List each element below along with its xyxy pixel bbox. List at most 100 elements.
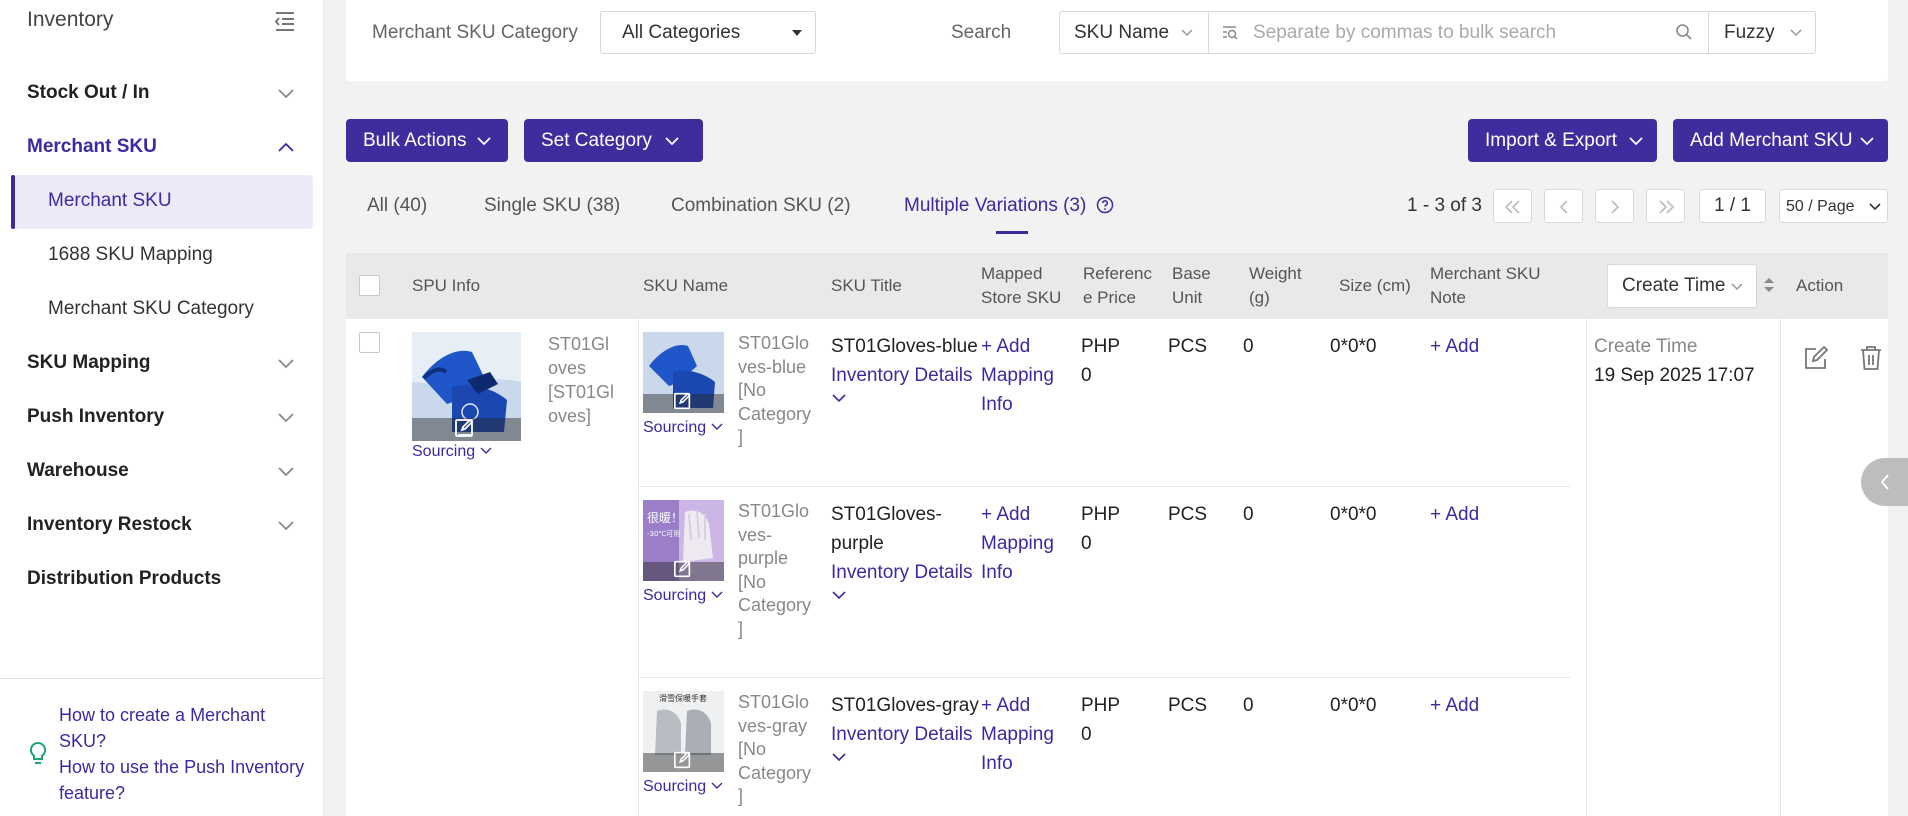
col-sku-title: SKU Title [831, 276, 902, 295]
expand-panel-button[interactable] [1861, 458, 1908, 506]
sku-sourcing-dropdown[interactable]: Sourcing [643, 778, 723, 796]
sourcing-label: Sourcing [412, 443, 476, 460]
sku-name-line: [No [738, 739, 767, 759]
help-circle-icon[interactable] [1096, 196, 1114, 214]
add-mapping-info-link[interactable]: + Add Mapping Info [981, 691, 1054, 778]
sku-image-blue[interactable] [643, 332, 724, 413]
reference-price: PHP 0 [1081, 332, 1120, 390]
inventory-details-link[interactable]: Inventory Details [831, 361, 978, 390]
nav-group-inventory-restock[interactable]: Inventory Restock [0, 499, 324, 553]
sku-sourcing-dropdown[interactable]: Sourcing [643, 419, 723, 437]
sourcing-label: Sourcing [643, 419, 707, 436]
spu-name-line: ST01Gl [548, 334, 610, 354]
inventory-details-link[interactable]: Inventory Details [831, 558, 973, 587]
nav-group-push-inventory[interactable]: Push Inventory [0, 391, 324, 445]
chevron-down-icon [1628, 135, 1644, 147]
search-input[interactable]: Separate by commas to bulk search [1208, 11, 1709, 54]
edit-image-icon[interactable] [673, 391, 693, 411]
tab-combination-sku[interactable]: Combination SKU (2) [671, 195, 851, 217]
col-reference-price: Referenc e Price [1083, 262, 1152, 310]
chevron-down-icon[interactable] [831, 392, 978, 404]
search-placeholder: Separate by commas to bulk search [1253, 22, 1557, 43]
add-mapping-info-link[interactable]: + Add Mapping Info [981, 332, 1054, 419]
sku-sourcing-dropdown[interactable]: Sourcing [643, 587, 723, 605]
mapping-line: Mapping [981, 365, 1054, 386]
sidebar-item-merchant-sku[interactable]: Merchant SKU [11, 175, 313, 229]
last-page-button[interactable] [1646, 189, 1685, 223]
category-select[interactable]: All Categories [600, 11, 816, 54]
chevron-down-icon[interactable] [831, 589, 973, 601]
nav-group-distribution-products[interactable]: Distribution Products [0, 553, 324, 607]
table-header: SPU Info SKU Name SKU Title Mapped Store… [346, 253, 1888, 319]
create-time-sort-select[interactable]: Create Time [1607, 264, 1757, 308]
nav-group-sku-mapping[interactable]: SKU Mapping [0, 337, 324, 391]
size: 0*0*0 [1330, 695, 1377, 716]
button-label: Add Merchant SKU [1690, 130, 1853, 151]
edit-image-icon[interactable] [454, 417, 476, 439]
spu-name-line: [ST01Gl [548, 382, 615, 402]
help-link-push-inventory[interactable]: How to use the Push Inventory feature? [59, 754, 309, 806]
search-icon[interactable] [1675, 23, 1693, 41]
sku-image-gray[interactable]: 滑雪保暖手套 [643, 691, 724, 772]
help-link-create-merchant-sku[interactable]: How to create a Merchant SKU? [59, 702, 309, 754]
sidebar-item-1688-sku-mapping[interactable]: 1688 SKU Mapping [11, 229, 313, 283]
first-page-button[interactable] [1493, 189, 1532, 223]
filter-bar: Merchant SKU Category All Categories Sea… [346, 0, 1888, 81]
edit-image-icon[interactable] [673, 559, 693, 579]
tab-single-sku[interactable]: Single SKU (38) [484, 195, 620, 217]
add-merchant-sku-button[interactable]: Add Merchant SKU [1673, 119, 1888, 162]
match-mode-select[interactable]: Fuzzy [1708, 11, 1816, 54]
add-mapping-info-link[interactable]: + Add Mapping Info [981, 500, 1054, 587]
select-all-checkbox[interactable] [359, 275, 380, 296]
nav-group-label: Push Inventory [27, 406, 165, 427]
column-divider [1586, 319, 1587, 816]
chevron-down-icon [1730, 282, 1744, 292]
set-category-button[interactable]: Set Category [524, 119, 703, 162]
delete-icon[interactable] [1859, 345, 1883, 371]
next-page-button[interactable] [1595, 189, 1634, 223]
category-filter-label: Merchant SKU Category [372, 22, 578, 43]
spu-product-image[interactable] [412, 332, 521, 441]
size: 0*0*0 [1330, 504, 1377, 525]
sort-icon[interactable] [1763, 276, 1775, 294]
tab-all[interactable]: All (40) [367, 195, 427, 217]
page-input[interactable]: 1 / 1 [1699, 189, 1766, 223]
button-label: Set Category [541, 130, 652, 151]
header-line: Unit [1172, 288, 1203, 307]
add-note-link[interactable]: + Add [1430, 500, 1479, 529]
bulk-actions-button[interactable]: Bulk Actions [346, 119, 508, 162]
row-checkbox[interactable] [359, 332, 380, 353]
page-size-select[interactable]: 50 / Page [1779, 189, 1888, 223]
sku-name-line: ST01Glo [738, 692, 810, 712]
sourcing-label: Sourcing [643, 778, 707, 795]
tab-multiple-variations[interactable]: Multiple Variations (3) [904, 195, 1114, 217]
price-value: 0 [1081, 533, 1092, 554]
add-note-link[interactable]: + Add [1430, 332, 1479, 361]
nav-group-stock[interactable]: Stock Out / In [0, 67, 324, 121]
chevron-left-icon [1879, 473, 1891, 491]
sku-name-line: [No [738, 571, 767, 592]
sidebar: Inventory Stock Out / In Merchant SKU Me… [0, 0, 324, 816]
inventory-details-link[interactable]: Inventory Details [831, 720, 979, 749]
chevron-down-icon [1868, 202, 1882, 212]
chevron-down-icon[interactable] [831, 751, 979, 763]
collapse-sidebar-icon[interactable] [272, 9, 298, 33]
add-note-link[interactable]: + Add [1430, 691, 1479, 720]
sku-title-line: purple [831, 533, 884, 554]
sidebar-item-merchant-sku-category[interactable]: Merchant SKU Category [11, 283, 313, 337]
spu-sourcing-dropdown[interactable]: Sourcing [412, 443, 492, 461]
sidebar-item-label: Merchant SKU [48, 190, 172, 211]
search-field-select[interactable]: SKU Name [1059, 11, 1209, 54]
nav-group-merchant-sku[interactable]: Merchant SKU [0, 121, 324, 175]
nav-group-label: Distribution Products [27, 568, 222, 589]
edit-image-icon[interactable] [673, 750, 693, 770]
header-line: Note [1430, 288, 1466, 307]
import-export-button[interactable]: Import & Export [1468, 119, 1657, 162]
prev-page-button[interactable] [1544, 189, 1583, 223]
nav-group-warehouse[interactable]: Warehouse [0, 445, 324, 499]
nav-group-label: SKU Mapping [27, 352, 151, 373]
sku-image-purple[interactable]: 很暖！ -30℃可用 [643, 500, 724, 581]
mapping-line: + Add [981, 336, 1031, 357]
sku-name-line: Category [738, 595, 812, 615]
edit-icon[interactable] [1803, 345, 1829, 371]
